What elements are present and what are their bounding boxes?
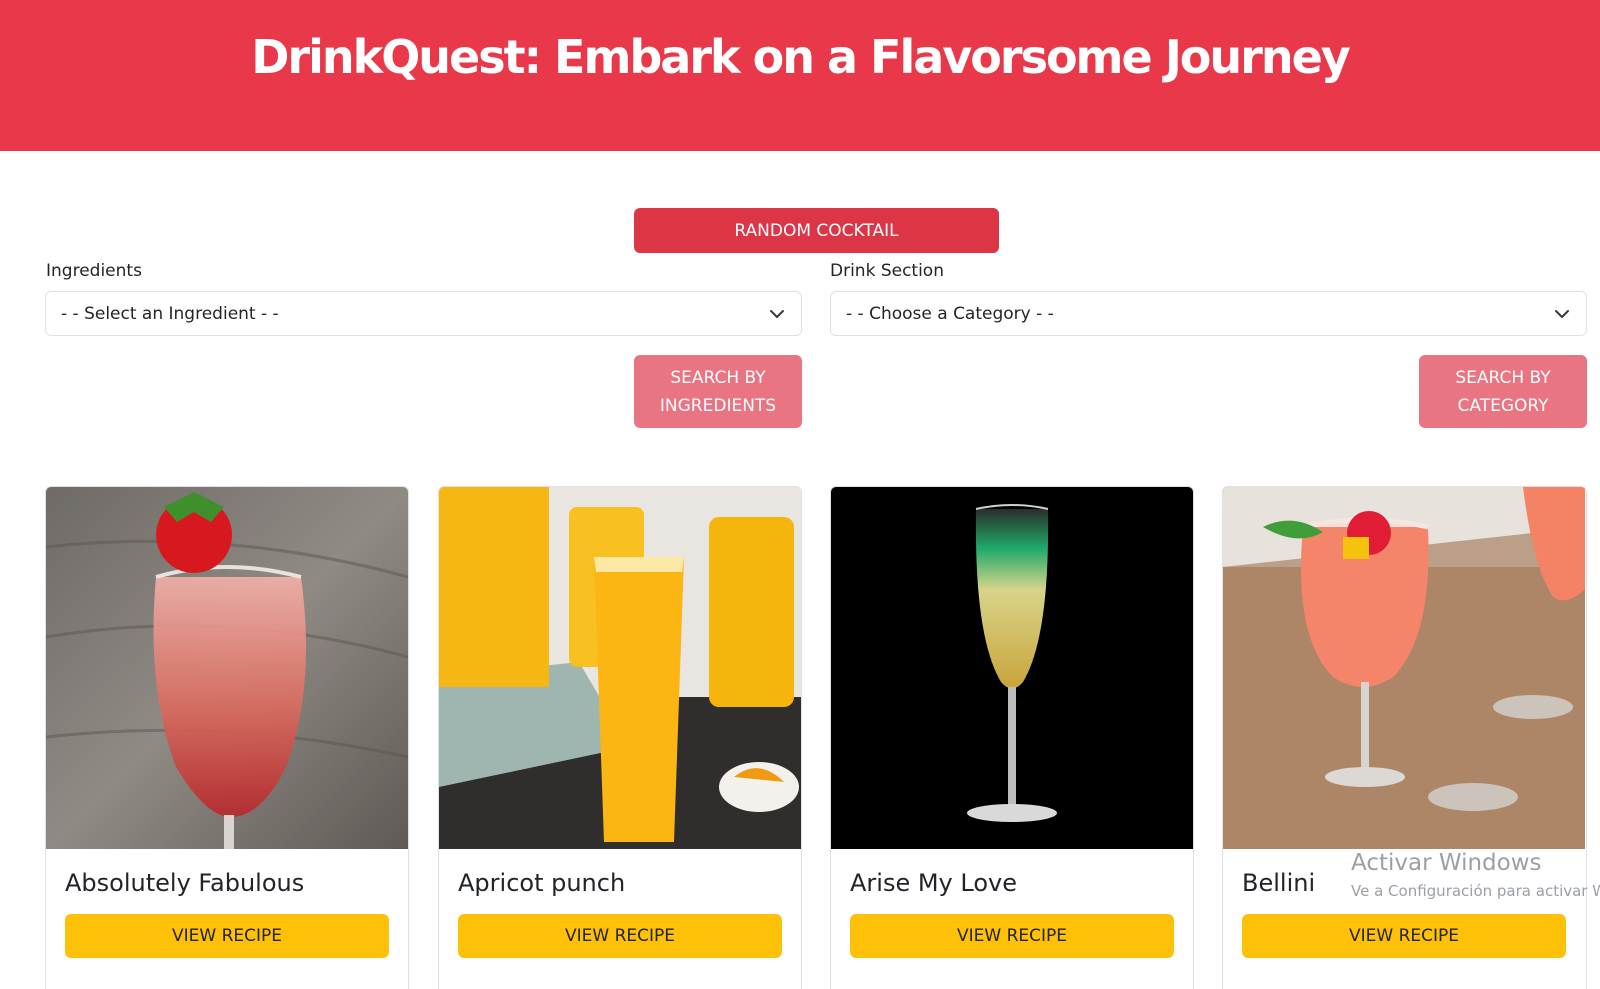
ingredient-select-value: - - Select an Ingredient - -: [61, 303, 279, 324]
cocktail-image-bellini[interactable]: [1223, 487, 1585, 849]
cocktail-card: Absolutely Fabulous VIEW RECIPE: [45, 486, 409, 989]
view-recipe-button[interactable]: VIEW RECIPE: [850, 914, 1174, 958]
ingredient-select[interactable]: - - Select an Ingredient - -: [45, 291, 802, 336]
watermark-line1: Activar Windows: [1351, 850, 1542, 876]
header-banner: DrinkQuest: Embark on a Flavorsome Journ…: [0, 0, 1600, 151]
card-title: Apricot punch: [458, 869, 626, 897]
search-ingredients-line2: INGREDIENTS: [659, 395, 777, 416]
page-title: DrinkQuest: Embark on a Flavorsome Journ…: [251, 30, 1351, 84]
cocktail-image-arise-my-love[interactable]: [831, 487, 1193, 849]
cocktail-card: Apricot punch VIEW RECIPE: [438, 486, 802, 989]
search-category-line2: CATEGORY: [1457, 395, 1549, 416]
windows-activation-watermark: Activar Windows Ve a Configuración para …: [1351, 850, 1600, 900]
category-select[interactable]: - - Choose a Category - -: [830, 291, 1587, 336]
cocktail-image-absolutely-fabulous[interactable]: [46, 487, 408, 849]
drink-section-label: Drink Section: [830, 261, 944, 281]
cocktail-card: Arise My Love VIEW RECIPE: [830, 486, 1194, 989]
search-by-ingredients-button[interactable]: SEARCH BY INGREDIENTS: [634, 355, 802, 428]
category-select-value: - - Choose a Category - -: [846, 303, 1054, 324]
cocktail-image-apricot-punch[interactable]: [439, 487, 801, 849]
card-title: Bellini: [1242, 869, 1316, 897]
card-title: Absolutely Fabulous: [65, 869, 305, 897]
random-cocktail-button[interactable]: RANDOM COCKTAIL: [634, 208, 999, 253]
search-ingredients-line1: SEARCH BY: [670, 367, 766, 388]
search-by-category-button[interactable]: SEARCH BY CATEGORY: [1419, 355, 1587, 428]
ingredients-label: Ingredients: [46, 261, 142, 281]
view-recipe-button[interactable]: VIEW RECIPE: [458, 914, 782, 958]
view-recipe-button[interactable]: VIEW RECIPE: [65, 914, 389, 958]
chevron-down-icon: [1555, 310, 1569, 318]
view-recipe-button[interactable]: VIEW RECIPE: [1242, 914, 1566, 958]
card-title: Arise My Love: [850, 869, 1017, 897]
chevron-down-icon: [770, 310, 784, 318]
cocktail-card: Bellini VIEW RECIPE: [1222, 486, 1587, 989]
search-category-line1: SEARCH BY: [1455, 367, 1551, 388]
watermark-line2: Ve a Configuración para activar W: [1351, 882, 1600, 900]
